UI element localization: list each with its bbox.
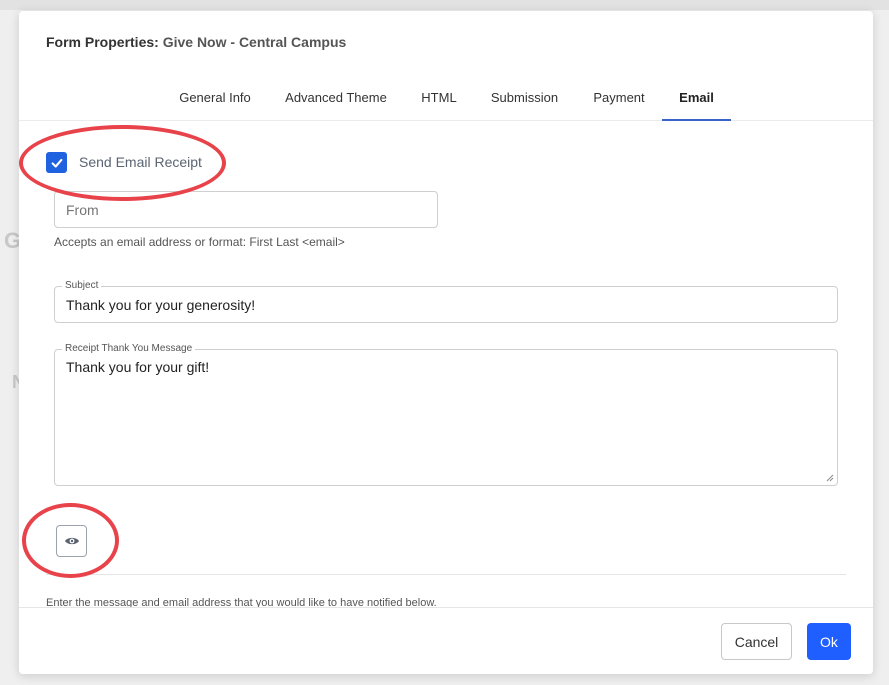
from-field[interactable] [54,191,438,228]
modal-title-prefix: Form Properties: [46,34,159,50]
tab-payment[interactable]: Payment [590,90,648,121]
cancel-button[interactable]: Cancel [721,623,792,660]
check-icon [51,158,62,168]
ok-button[interactable]: Ok [807,623,851,660]
receipt-message-field[interactable]: Receipt Thank You Message Thank you for … [54,343,838,486]
from-input[interactable] [66,202,426,218]
tab-bar: General Info Advanced Theme HTML Submiss… [19,85,873,121]
tab-general-info[interactable]: General Info [174,90,256,121]
tab-html[interactable]: HTML [416,90,462,121]
tab-advanced-theme[interactable]: Advanced Theme [282,90,390,121]
send-email-receipt-checkbox[interactable] [46,152,67,173]
receipt-message-textarea[interactable]: Thank you for your gift! [66,359,826,469]
preview-button[interactable] [56,525,87,557]
subject-input[interactable] [66,297,826,313]
send-email-receipt-label[interactable]: Send Email Receipt [79,154,202,170]
modal-footer: Cancel Ok [19,607,873,674]
resize-handle-icon[interactable] [826,474,834,482]
eye-icon [64,537,79,545]
receipt-message-label: Receipt Thank You Message [62,343,196,354]
from-help-text: Accepts an email address or format: Firs… [54,235,345,249]
subject-field[interactable]: Subject [54,280,838,323]
tab-email[interactable]: Email [662,90,731,121]
tab-submission[interactable]: Submission [485,90,564,121]
section-divider [46,574,846,575]
modal-title-value: Give Now - Central Campus [162,34,347,50]
form-properties-modal: Form Properties: Give Now - Central Camp… [19,11,873,674]
subject-label: Subject [62,280,102,291]
modal-header: Form Properties: Give Now - Central Camp… [19,11,873,75]
background-topbar [0,0,889,10]
